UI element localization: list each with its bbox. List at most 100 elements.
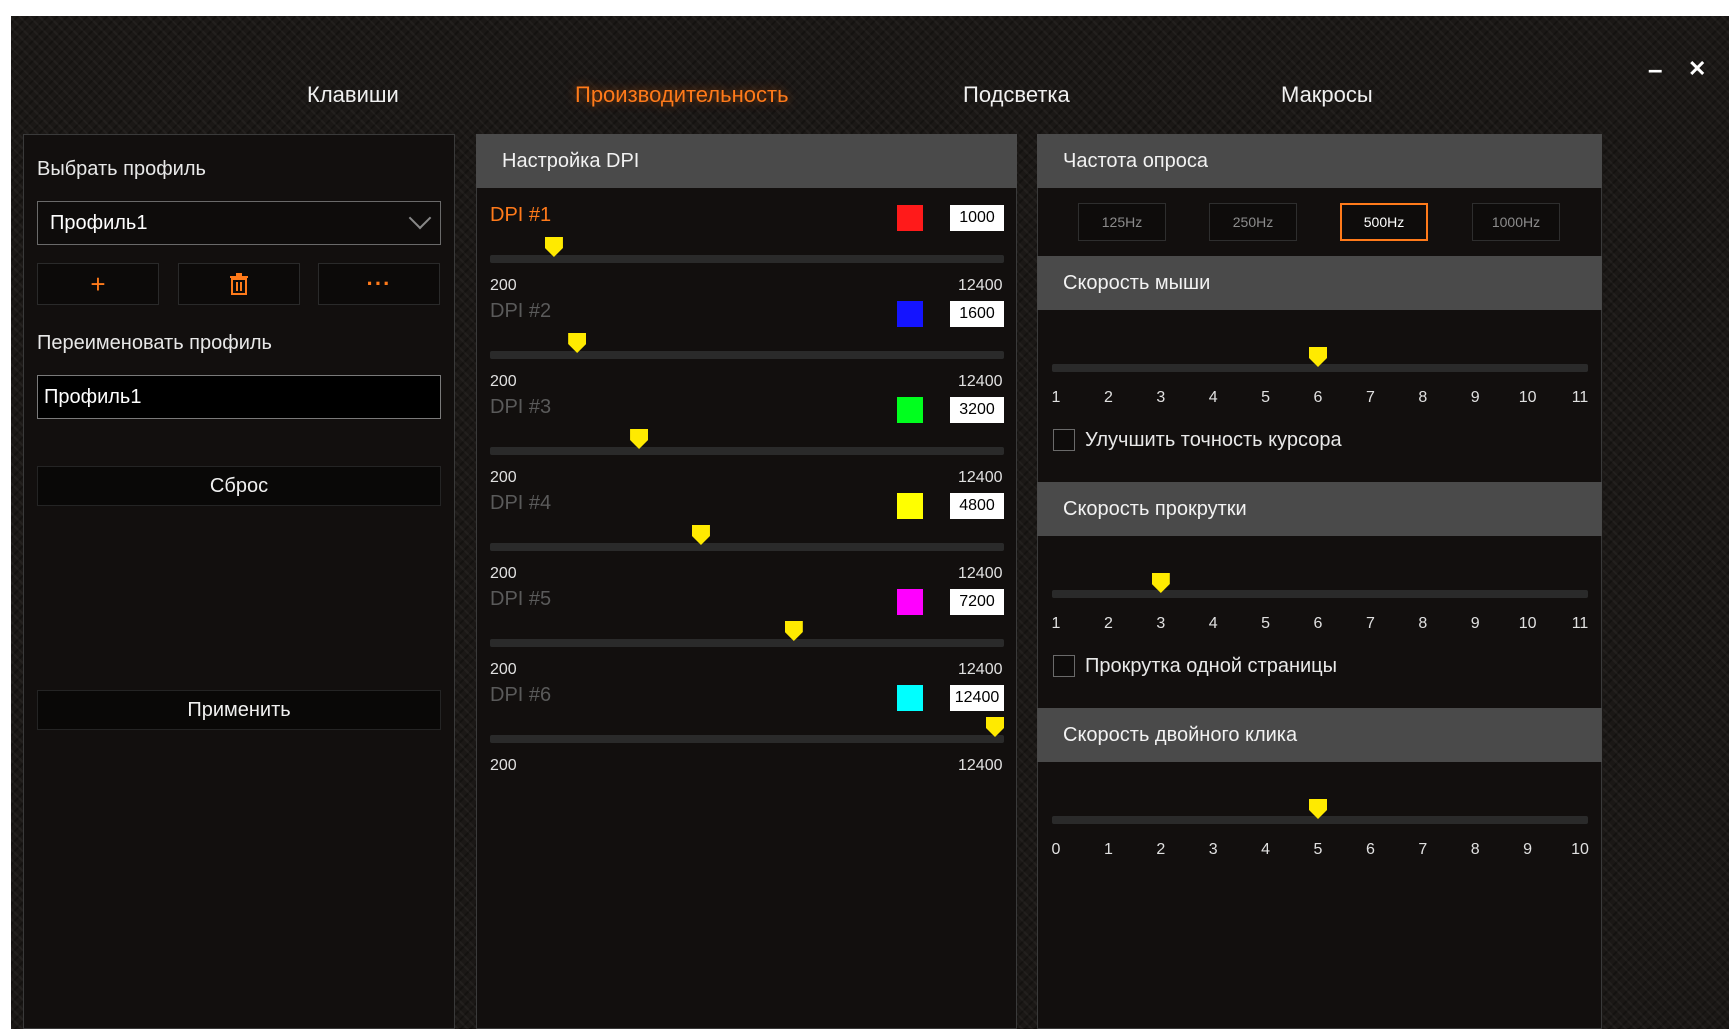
mouse-speed-track[interactable] [1052, 364, 1588, 372]
trash-icon [230, 273, 248, 295]
slider-tick-label: 10 [1518, 389, 1537, 406]
rename-profile-input[interactable]: Профиль1 [37, 375, 441, 419]
dpi-slider-track[interactable] [490, 351, 1004, 359]
dpi-value-input[interactable]: 4800 [950, 493, 1004, 519]
delete-profile-button[interactable] [178, 263, 300, 305]
slider-tick-label: 5 [1261, 615, 1271, 632]
tab-performance[interactable]: Производительность [575, 82, 789, 108]
dpi-min-label: 200 [490, 661, 517, 678]
cursor-precision-label: Улучшить точность курсора [1085, 429, 1342, 451]
polling-500hz-button[interactable]: 500Hz [1340, 203, 1428, 241]
dpi-color-swatch[interactable] [897, 205, 923, 231]
slider-tick-label: 9 [1523, 841, 1533, 858]
more-options-button[interactable]: ··· [318, 263, 440, 305]
slider-tick-label: 8 [1418, 389, 1428, 406]
polling-250hz-button[interactable]: 250Hz [1209, 203, 1297, 241]
scroll-speed-track[interactable] [1052, 590, 1588, 598]
dpi-slider-track[interactable] [490, 255, 1004, 263]
dpi-slider-track[interactable] [490, 639, 1004, 647]
single-page-scroll-checkbox[interactable] [1053, 655, 1075, 677]
dpi-min-label: 200 [490, 373, 517, 390]
add-profile-button[interactable]: + [37, 263, 159, 305]
dpi-value-input[interactable]: 1600 [950, 301, 1004, 327]
single-page-scroll-label: Прокрутка одной страницы [1085, 655, 1338, 677]
tab-keys[interactable]: Клавиши [307, 82, 399, 108]
dpi-level-name[interactable]: DPI #5 [490, 588, 551, 611]
slider-tick-label: 11 [1571, 389, 1589, 406]
dpi-panel [476, 134, 1017, 1029]
slider-tick-label: 6 [1313, 615, 1323, 632]
slider-tick-label: 1 [1051, 615, 1061, 632]
apply-button[interactable]: Применить [37, 690, 441, 730]
profile-select[interactable]: Профиль1 [37, 201, 441, 245]
slider-tick-label: 4 [1208, 389, 1218, 406]
dpi-color-swatch[interactable] [897, 301, 923, 327]
slider-tick-label: 8 [1470, 841, 1480, 858]
dpi-value-input[interactable]: 7200 [950, 589, 1004, 615]
slider-tick-label: 11 [1571, 615, 1589, 632]
slider-tick-label: 10 [1518, 615, 1537, 632]
slider-tick-label: 9 [1470, 389, 1480, 406]
tab-lighting[interactable]: Подсветка [963, 82, 1070, 108]
slider-tick-label: 3 [1156, 389, 1166, 406]
dpi-color-swatch[interactable] [897, 397, 923, 423]
dpi-level-name[interactable]: DPI #3 [490, 396, 551, 419]
dpi-level-name[interactable]: DPI #1 [490, 204, 551, 227]
tab-macros[interactable]: Макросы [1281, 82, 1373, 108]
dpi-level-name[interactable]: DPI #2 [490, 300, 551, 323]
double-click-header: Скорость двойного клика [1037, 708, 1602, 762]
dpi-color-swatch[interactable] [897, 589, 923, 615]
slider-tick-label: 2 [1156, 841, 1166, 858]
plus-icon: + [90, 269, 106, 299]
dpi-min-label: 200 [490, 565, 517, 582]
minimize-icon[interactable]: – [1648, 56, 1662, 82]
dpi-max-label: 12400 [958, 469, 1003, 486]
slider-tick-label: 1 [1051, 389, 1061, 406]
slider-tick-label: 6 [1313, 389, 1323, 406]
dpi-max-label: 12400 [958, 661, 1003, 678]
double-click-track[interactable] [1052, 816, 1588, 824]
slider-tick-label: 5 [1261, 389, 1271, 406]
scroll-speed-header: Скорость прокрутки [1037, 482, 1602, 536]
slider-tick-label: 7 [1365, 389, 1375, 406]
dpi-max-label: 12400 [958, 277, 1003, 294]
slider-tick-label: 2 [1103, 389, 1113, 406]
slider-tick-label: 8 [1418, 615, 1428, 632]
rename-profile-label: Переименовать профиль [37, 332, 272, 354]
dpi-max-label: 12400 [958, 757, 1003, 774]
polling-125hz-button[interactable]: 125Hz [1078, 203, 1166, 241]
chevron-down-icon [408, 206, 432, 230]
dpi-value-input[interactable]: 3200 [950, 397, 1004, 423]
slider-tick-label: 3 [1208, 841, 1218, 858]
dpi-color-swatch[interactable] [897, 685, 923, 711]
dpi-min-label: 200 [490, 277, 517, 294]
dpi-min-label: 200 [490, 469, 517, 486]
reset-button[interactable]: Сброс [37, 466, 441, 506]
slider-tick-label: 7 [1365, 615, 1375, 632]
dpi-value-input[interactable]: 12400 [950, 685, 1004, 711]
polling-1000hz-button[interactable]: 1000Hz [1472, 203, 1560, 241]
slider-tick-label: 4 [1261, 841, 1271, 858]
dpi-slider-track[interactable] [490, 543, 1004, 551]
dpi-slider-track[interactable] [490, 447, 1004, 455]
dpi-header: Настройка DPI [476, 134, 1017, 188]
dpi-min-label: 200 [490, 757, 517, 774]
dpi-level-name[interactable]: DPI #4 [490, 492, 551, 515]
slider-tick-label: 6 [1365, 841, 1375, 858]
slider-tick-label: 2 [1103, 615, 1113, 632]
dpi-max-label: 12400 [958, 373, 1003, 390]
polling-header: Частота опроса [1037, 134, 1602, 188]
slider-tick-label: 10 [1571, 841, 1589, 858]
dpi-value-input[interactable]: 1000 [950, 205, 1004, 231]
cursor-precision-checkbox[interactable] [1053, 429, 1075, 451]
close-icon[interactable]: ✕ [1688, 58, 1706, 80]
dpi-level-name[interactable]: DPI #6 [490, 684, 551, 707]
slider-tick-label: 5 [1313, 841, 1323, 858]
dpi-color-swatch[interactable] [897, 493, 923, 519]
dpi-max-label: 12400 [958, 565, 1003, 582]
slider-tick-label: 7 [1418, 841, 1428, 858]
select-profile-label: Выбрать профиль [37, 158, 206, 180]
mouse-speed-header: Скорость мыши [1037, 256, 1602, 310]
dpi-slider-track[interactable] [490, 735, 1004, 743]
slider-tick-label: 3 [1156, 615, 1166, 632]
